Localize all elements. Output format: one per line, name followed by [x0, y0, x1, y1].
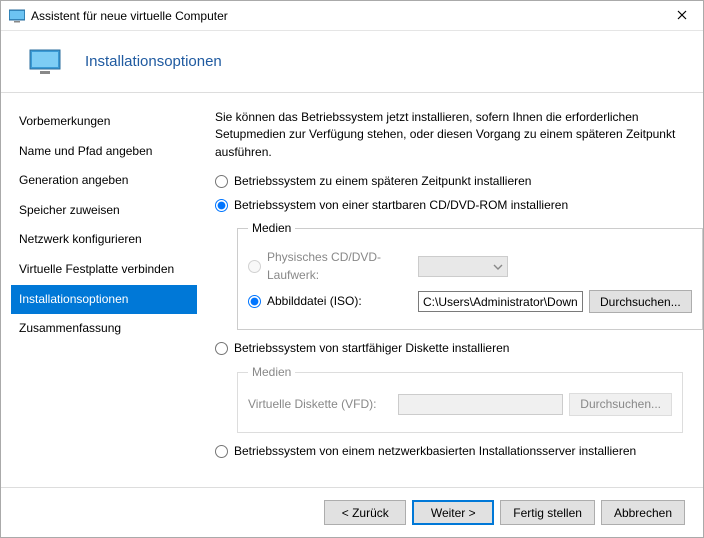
intro-text: Sie können das Betriebssystem jetzt inst… — [215, 109, 683, 161]
physical-drive-select — [418, 256, 508, 277]
chevron-down-icon — [493, 262, 503, 272]
floppy-media-group: Medien Virtuelle Diskette (VFD): Durchsu… — [237, 364, 683, 433]
sidebar-item-installationsoptionen[interactable]: Installationsoptionen — [11, 285, 197, 315]
radio-install-later[interactable] — [215, 175, 228, 188]
iso-browse-button[interactable]: Durchsuchen... — [589, 290, 692, 313]
sidebar-item-festplatte[interactable]: Virtuelle Festplatte verbinden — [11, 255, 197, 285]
vfd-path-input — [398, 394, 563, 415]
sidebar-item-vorbemerkungen[interactable]: Vorbemerkungen — [11, 107, 197, 137]
finish-button[interactable]: Fertig stellen — [500, 500, 595, 525]
cddvd-media-group: Medien Physisches CD/DVD-Laufwerk: Abbil… — [237, 220, 703, 330]
label-install-floppy[interactable]: Betriebssystem von startfähiger Diskette… — [234, 340, 509, 357]
radio-iso-file[interactable] — [248, 295, 261, 308]
next-button[interactable]: Weiter > — [412, 500, 494, 525]
label-vfd: Virtuelle Diskette (VFD): — [248, 396, 376, 413]
sidebar: Vorbemerkungen Name und Pfad angeben Gen… — [1, 93, 197, 487]
radio-physical-drive — [248, 260, 261, 273]
cddvd-legend: Medien — [248, 220, 295, 237]
footer: < Zurück Weiter > Fertig stellen Abbrech… — [1, 487, 703, 537]
back-button[interactable]: < Zurück — [324, 500, 406, 525]
radio-install-cddvd[interactable] — [215, 199, 228, 212]
close-icon — [677, 10, 687, 20]
sidebar-item-speicher[interactable]: Speicher zuweisen — [11, 196, 197, 226]
sidebar-item-zusammenfassung[interactable]: Zusammenfassung — [11, 314, 197, 344]
label-install-network[interactable]: Betriebssystem von einem netzwerkbasiert… — [234, 443, 636, 460]
sidebar-item-generation[interactable]: Generation angeben — [11, 166, 197, 196]
page-title: Installationsoptionen — [85, 53, 222, 70]
label-iso-file[interactable]: Abbilddatei (ISO): — [267, 293, 362, 310]
content-area: Sie können das Betriebssystem jetzt inst… — [197, 93, 703, 487]
label-install-later[interactable]: Betriebssystem zu einem späteren Zeitpun… — [234, 173, 531, 190]
cancel-button[interactable]: Abbrechen — [601, 500, 685, 525]
iso-path-input[interactable] — [418, 291, 583, 312]
wizard-window: { "window": { "title": "Assistent für ne… — [0, 0, 704, 538]
label-physical-drive: Physisches CD/DVD-Laufwerk: — [267, 249, 418, 284]
wizard-body: Vorbemerkungen Name und Pfad angeben Gen… — [1, 93, 703, 487]
app-icon — [9, 8, 25, 24]
sidebar-item-netzwerk[interactable]: Netzwerk konfigurieren — [11, 225, 197, 255]
vfd-browse-button: Durchsuchen... — [569, 393, 672, 416]
radio-install-network[interactable] — [215, 445, 228, 458]
header-icon — [29, 46, 61, 78]
window-title: Assistent für neue virtuelle Computer — [31, 9, 669, 23]
label-install-cddvd[interactable]: Betriebssystem von einer startbaren CD/D… — [234, 197, 568, 214]
wizard-header: Installationsoptionen — [1, 31, 703, 93]
close-button[interactable] — [669, 5, 695, 27]
sidebar-item-name-pfad[interactable]: Name und Pfad angeben — [11, 137, 197, 167]
radio-install-floppy[interactable] — [215, 342, 228, 355]
titlebar: Assistent für neue virtuelle Computer — [1, 1, 703, 31]
floppy-legend: Medien — [248, 364, 295, 381]
